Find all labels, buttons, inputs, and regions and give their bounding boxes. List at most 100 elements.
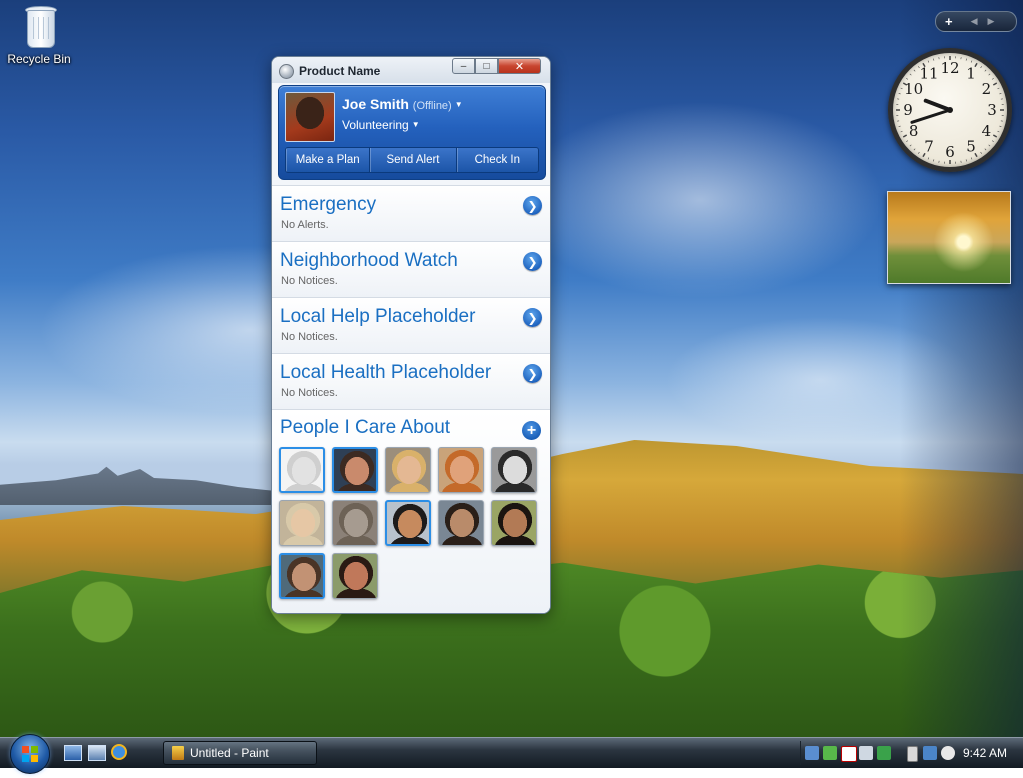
window-titlebar[interactable]: Product Name – □ ✕ — [272, 57, 550, 83]
maximize-button[interactable]: □ — [475, 58, 498, 74]
section-neighborhood-watch[interactable]: Neighborhood Watch No Notices. ❯ — [272, 241, 550, 297]
security-icon[interactable] — [841, 746, 857, 762]
recycle-bin-shortcut[interactable]: Recycle Bin — [6, 4, 72, 66]
network-icon[interactable] — [805, 746, 819, 760]
clock-tick — [992, 141, 994, 142]
contact-photo[interactable] — [491, 500, 537, 546]
clock-numeral: 9 — [903, 101, 913, 119]
slideshow-gadget[interactable] — [887, 191, 1011, 284]
clock-numeral: 8 — [909, 122, 919, 140]
clock-tick — [993, 83, 996, 85]
contact-photo[interactable] — [438, 447, 484, 493]
section-title: Local Health Placeholder — [280, 362, 491, 384]
clock-gadget[interactable]: 121234567891011 — [888, 48, 1012, 172]
taskbar-item-paint[interactable]: Untitled - Paint — [163, 741, 317, 765]
battery-icon[interactable] — [907, 746, 918, 762]
chevron-right-icon[interactable]: ❯ — [523, 364, 542, 383]
clock-minute-hand — [912, 110, 950, 122]
product-window: Product Name – □ ✕ Joe Smith (Offline)▼ … — [271, 56, 551, 614]
avatar[interactable] — [285, 92, 335, 142]
chevron-right-icon[interactable]: ❯ — [523, 252, 542, 271]
clock-face: 121234567891011 — [893, 53, 1007, 167]
section-title: Neighborhood Watch — [280, 250, 458, 272]
clock-numeral: 11 — [919, 65, 938, 83]
clock-numeral: 12 — [940, 59, 959, 77]
activity-dropdown[interactable]: Volunteering▼ — [342, 118, 420, 132]
sync-icon[interactable] — [823, 746, 837, 760]
clock-tick — [899, 93, 901, 94]
chevron-right-icon[interactable]: ❯ — [523, 308, 542, 327]
taskbar-clock[interactable]: 9:42 AM — [963, 746, 1007, 760]
section-local-help[interactable]: Local Help Placeholder No Notices. ❯ — [272, 297, 550, 353]
app-orb-icon — [279, 64, 294, 79]
section-title: People I Care About — [280, 417, 450, 439]
contact-photo[interactable] — [332, 553, 378, 599]
windows-logo-icon — [11, 735, 49, 773]
clock-tick — [899, 126, 901, 127]
clock-tick — [981, 152, 982, 154]
clock-tick — [999, 126, 1001, 127]
profile-name: Joe Smith — [342, 96, 409, 112]
clock-numeral: 7 — [924, 137, 934, 155]
profile-action-bar: Make a Plan Send Alert Check In — [285, 147, 539, 173]
clock-tick — [966, 159, 967, 161]
clock-tick — [933, 59, 934, 61]
clock-tick — [993, 135, 996, 137]
section-subtitle: No Notices. — [281, 387, 338, 399]
device-icon[interactable] — [859, 746, 873, 760]
add-person-button[interactable]: + — [522, 421, 541, 440]
clock-tick — [914, 70, 915, 71]
clock-numeral: 1 — [966, 65, 976, 83]
recycle-bin-icon — [23, 4, 55, 48]
make-a-plan-button[interactable]: Make a Plan — [286, 148, 370, 172]
internet-explorer-icon[interactable] — [111, 744, 127, 760]
clock-tick — [910, 145, 911, 146]
clock-tick — [914, 149, 915, 150]
contact-photo[interactable] — [279, 500, 325, 546]
clock-tick — [901, 131, 903, 132]
chevron-right-icon[interactable]: ▶ — [988, 16, 995, 27]
section-local-health[interactable]: Local Health Placeholder No Notices. ❯ — [272, 353, 550, 409]
section-subtitle: No Notices. — [281, 275, 338, 287]
profile-name-dropdown[interactable]: Joe Smith (Offline)▼ — [342, 96, 463, 112]
contact-photo[interactable] — [332, 500, 378, 546]
close-button[interactable]: ✕ — [498, 58, 541, 74]
contact-photo[interactable] — [332, 447, 378, 493]
plus-icon[interactable]: + — [945, 14, 953, 29]
clock-tick — [998, 88, 1000, 89]
clock-tick — [985, 149, 986, 150]
clock-tick — [989, 74, 990, 75]
clock-tick — [928, 158, 929, 160]
check-icon[interactable] — [877, 746, 891, 760]
clock-tick — [999, 93, 1001, 94]
clock-tick — [985, 70, 986, 71]
close-icon: ✕ — [515, 60, 524, 73]
window-title: Product Name — [299, 64, 380, 78]
chevron-right-icon[interactable]: ❯ — [523, 196, 542, 215]
contact-photo[interactable] — [385, 500, 431, 546]
contact-photo[interactable] — [279, 553, 325, 599]
volume-icon[interactable] — [941, 746, 955, 760]
clock-tick — [906, 141, 908, 142]
clock-tick — [989, 145, 990, 146]
start-button[interactable] — [10, 734, 50, 774]
section-subtitle: No Notices. — [281, 331, 338, 343]
clock-numeral: 10 — [904, 80, 923, 98]
check-in-button[interactable]: Check In — [457, 148, 538, 172]
wireless-icon[interactable] — [923, 746, 937, 760]
contact-photo[interactable] — [491, 447, 537, 493]
contact-photo[interactable] — [438, 500, 484, 546]
show-desktop-icon[interactable] — [64, 745, 82, 761]
clock-tick — [933, 159, 934, 161]
section-emergency[interactable]: Emergency No Alerts. ❯ — [272, 185, 550, 241]
paint-icon — [172, 746, 184, 760]
send-alert-button[interactable]: Send Alert — [370, 148, 456, 172]
clock-tick — [901, 88, 903, 89]
contact-photo[interactable] — [385, 447, 431, 493]
chevron-left-icon[interactable]: ◀ — [971, 16, 978, 27]
contact-photo[interactable] — [279, 447, 325, 493]
clock-tick — [971, 158, 972, 160]
minimize-button[interactable]: – — [452, 58, 475, 74]
switch-windows-icon[interactable] — [88, 745, 106, 761]
taskbar-item-label: Untitled - Paint — [190, 746, 269, 760]
